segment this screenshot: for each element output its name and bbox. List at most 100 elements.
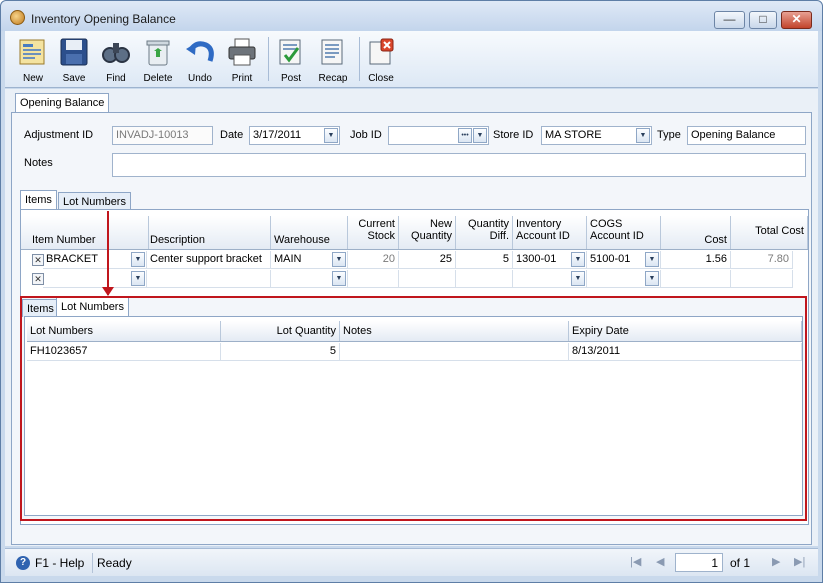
callout-arrow-head — [102, 287, 114, 296]
recap-button[interactable]: Recap — [313, 35, 353, 87]
col-cogs-account-line1: COGS — [590, 218, 623, 230]
date-dropdown-button[interactable]: ▼ — [324, 128, 338, 143]
job-id-lookup-button[interactable]: ••• — [458, 128, 472, 143]
col-warehouse[interactable]: Warehouse — [271, 216, 348, 249]
new-button[interactable]: New — [13, 35, 53, 87]
maximize-button[interactable]: □ — [749, 11, 777, 29]
app-icon — [10, 10, 25, 25]
cost-cell[interactable]: 1.56 — [661, 251, 731, 269]
next-page-icon[interactable]: ▶ — [772, 555, 780, 568]
job-id-field[interactable]: ••• ▼ — [388, 126, 489, 145]
col-quantity-diff[interactable]: Quantity Diff. — [456, 216, 513, 249]
cost-cell[interactable] — [661, 270, 731, 288]
col-current-stock[interactable]: Current Stock — [348, 216, 399, 249]
items-grid-header: Item Number Description Warehouse Curren… — [21, 216, 808, 250]
save-button[interactable]: Save — [54, 35, 94, 87]
date-value: 3/17/2011 — [253, 129, 302, 141]
undo-icon — [184, 37, 216, 67]
description-cell[interactable] — [147, 270, 271, 288]
warehouse-value: MAIN — [274, 253, 302, 265]
col-inventory-account-line2: Account ID — [516, 230, 570, 242]
cogs-account-cell[interactable]: ▼ — [587, 270, 661, 288]
minimize-button[interactable]: — — [714, 11, 745, 29]
store-id-field[interactable]: MA STORE ▼ — [541, 126, 652, 145]
store-id-dropdown-button[interactable]: ▼ — [636, 128, 650, 143]
post-button[interactable]: Post — [271, 35, 311, 87]
date-label: Date — [220, 129, 244, 141]
close-label: Close — [368, 73, 394, 84]
recap-icon — [317, 37, 349, 67]
col-cost[interactable]: Cost — [661, 216, 731, 249]
status-bar: ? F1 - Help Ready |◀ ◀ 1 of 1 ▶ ▶| — [5, 548, 818, 576]
item-number-value: BRACKET — [46, 253, 98, 265]
col-cogs-account-line2: Account ID — [590, 230, 644, 242]
undo-label: Undo — [188, 73, 212, 84]
col-total-cost[interactable]: Total Cost — [731, 216, 808, 249]
close-button[interactable]: Close — [361, 35, 401, 87]
new-quantity-cell[interactable]: 25 — [399, 251, 456, 269]
tab-items[interactable]: Items — [20, 190, 57, 210]
col-item-number[interactable]: Item Number — [29, 216, 149, 249]
inventory-account-cell[interactable]: ▼ — [513, 270, 587, 288]
close-window-button[interactable]: ✕ — [781, 11, 812, 29]
total-cost-cell: 7.80 — [731, 251, 793, 269]
warehouse-dropdown-button[interactable]: ▼ — [332, 252, 346, 267]
toolbar: New Save Find Delete Undo Print Post Rec… — [5, 31, 818, 88]
delete-button[interactable]: Delete — [138, 35, 178, 87]
adjustment-id-field[interactable]: INVADJ-10013 — [112, 126, 213, 145]
warehouse-dropdown-button[interactable]: ▼ — [332, 271, 346, 286]
tab-lot-numbers[interactable]: Lot Numbers — [58, 192, 131, 210]
date-field[interactable]: 3/17/2011 ▼ — [249, 126, 340, 145]
total-cost-cell — [731, 270, 793, 288]
item-number-dropdown-button[interactable]: ▼ — [131, 271, 145, 286]
close-icon — [365, 37, 397, 67]
description-cell[interactable]: Center support bracket — [147, 251, 271, 269]
page-number-input[interactable]: 1 — [675, 553, 723, 572]
col-quantity-diff-line2: Diff. — [489, 230, 509, 242]
warehouse-cell[interactable]: ▼ — [271, 270, 348, 288]
find-button[interactable]: Find — [96, 35, 136, 87]
new-quantity-cell[interactable] — [399, 270, 456, 288]
job-id-dropdown-button[interactable]: ▼ — [473, 128, 487, 143]
help-icon[interactable]: ? — [16, 556, 30, 570]
current-stock-cell — [348, 270, 399, 288]
cogs-account-dropdown-button[interactable]: ▼ — [645, 252, 659, 267]
cogs-account-value: 5100-01 — [590, 253, 631, 265]
inventory-opening-balance-window: Inventory Opening Balance — □ ✕ New Save… — [0, 0, 823, 583]
last-page-icon[interactable]: ▶| — [794, 555, 805, 568]
previous-page-icon[interactable]: ◀ — [656, 555, 664, 568]
notes-label: Notes — [24, 157, 53, 169]
undo-button[interactable]: Undo — [180, 35, 220, 87]
find-label: Find — [106, 73, 126, 84]
type-field[interactable]: Opening Balance — [687, 126, 806, 145]
notes-field[interactable] — [112, 153, 806, 177]
col-inventory-account[interactable]: Inventory Account ID — [513, 216, 587, 249]
col-new-quantity[interactable]: New Quantity — [399, 216, 456, 249]
help-label[interactable]: F1 - Help — [35, 556, 84, 570]
col-cogs-account[interactable]: COGS Account ID — [587, 216, 661, 249]
inventory-account-dropdown-button[interactable]: ▼ — [571, 252, 585, 267]
inventory-account-dropdown-button[interactable]: ▼ — [571, 271, 585, 286]
save-icon — [58, 37, 90, 67]
cogs-account-cell[interactable]: 5100-01 ▼ — [587, 251, 661, 269]
warehouse-cell[interactable]: MAIN ▼ — [271, 251, 348, 269]
current-stock-cell: 20 — [348, 251, 399, 269]
item-number-cell[interactable]: BRACKET ▼ — [43, 251, 147, 269]
quantity-diff-cell: 5 — [456, 251, 513, 269]
first-page-icon[interactable]: |◀ — [630, 555, 641, 568]
tab-opening-balance[interactable]: Opening Balance — [15, 93, 110, 113]
col-inventory-account-line1: Inventory — [516, 218, 562, 230]
cogs-account-dropdown-button[interactable]: ▼ — [645, 271, 659, 286]
new-icon — [17, 37, 49, 67]
item-number-dropdown-button[interactable]: ▼ — [131, 252, 145, 267]
toolbar-separator — [268, 37, 269, 81]
save-label: Save — [62, 73, 86, 84]
inventory-account-cell[interactable]: 1300-01 ▼ — [513, 251, 587, 269]
col-current-stock-line1: Current — [358, 218, 395, 230]
post-label: Post — [280, 73, 301, 84]
col-description[interactable]: Description — [147, 216, 271, 249]
status-text: Ready — [97, 556, 132, 570]
title-bar[interactable]: Inventory Opening Balance — □ ✕ — [1, 1, 822, 31]
print-button[interactable]: Print — [222, 35, 262, 87]
item-number-cell[interactable]: ▼ — [43, 270, 147, 288]
